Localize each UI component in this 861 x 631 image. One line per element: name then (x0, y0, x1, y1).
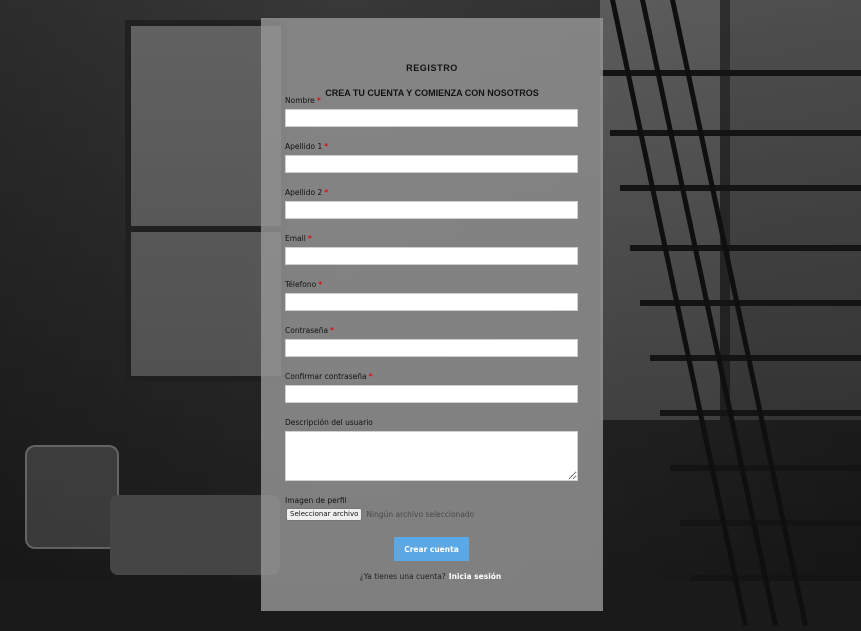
confirm-password-label: Confirmar contraseña * (285, 372, 373, 381)
required-marker: * (324, 142, 329, 151)
form-title: REGISTRO (406, 63, 458, 73)
password-input[interactable] (285, 339, 578, 357)
email-label: Email * (285, 234, 312, 243)
apellido2-label: Apellido 2 * (285, 188, 328, 197)
required-marker: * (330, 326, 335, 335)
create-account-button[interactable]: Crear cuenta (394, 537, 469, 561)
login-prompt-text: ¿Ya tienes una cuenta? (359, 572, 446, 581)
apellido2-label-text: Apellido 2 (285, 188, 323, 197)
background-stair-step (680, 520, 861, 526)
file-picker: Seleccionar archivo Ningún archivo selec… (286, 508, 474, 521)
apellido1-input[interactable] (285, 155, 578, 173)
background-stair-step (600, 70, 861, 76)
registration-panel: REGISTRO CREA TU CUENTA Y COMIENZA CON N… (261, 18, 603, 611)
background-stair-step (620, 185, 861, 191)
apellido2-input[interactable] (285, 201, 578, 219)
telefono-input[interactable] (285, 293, 578, 311)
background-stair-step (670, 465, 861, 471)
description-textarea[interactable] (285, 431, 578, 481)
password-label-text: Contraseña (285, 326, 329, 335)
confirm-password-input[interactable] (285, 385, 578, 403)
confirm-password-label-text: Confirmar contraseña (285, 372, 367, 381)
email-input[interactable] (285, 247, 578, 265)
required-marker: * (368, 372, 373, 381)
required-marker: * (318, 280, 323, 289)
required-marker: * (324, 188, 329, 197)
background-stair-step (610, 130, 861, 136)
telefono-label-text: Télefono (285, 280, 317, 289)
required-marker: * (307, 234, 312, 243)
telefono-label: Télefono * (285, 280, 322, 289)
password-label: Contraseña * (285, 326, 334, 335)
nombre-input[interactable] (285, 109, 578, 127)
profile-image-label: Imagen de perfil (285, 496, 347, 505)
email-label-text: Email (285, 234, 306, 243)
description-label: Descripción del usuario (285, 418, 373, 427)
select-file-button[interactable]: Seleccionar archivo (286, 508, 363, 521)
background-stair-step (650, 355, 861, 361)
file-status-text: Ningún archivo seleccionado (366, 510, 475, 519)
login-link[interactable]: Inicia sesión (449, 572, 501, 581)
required-marker: * (316, 96, 321, 105)
login-prompt: ¿Ya tienes una cuenta? Inicia sesión (0, 572, 861, 581)
nombre-label: Nombre * (285, 96, 321, 105)
apellido1-label-text: Apellido 1 (285, 142, 323, 151)
background-lamp (25, 445, 119, 549)
nombre-label-text: Nombre (285, 96, 315, 105)
apellido1-label: Apellido 1 * (285, 142, 328, 151)
background-couch (110, 495, 280, 575)
